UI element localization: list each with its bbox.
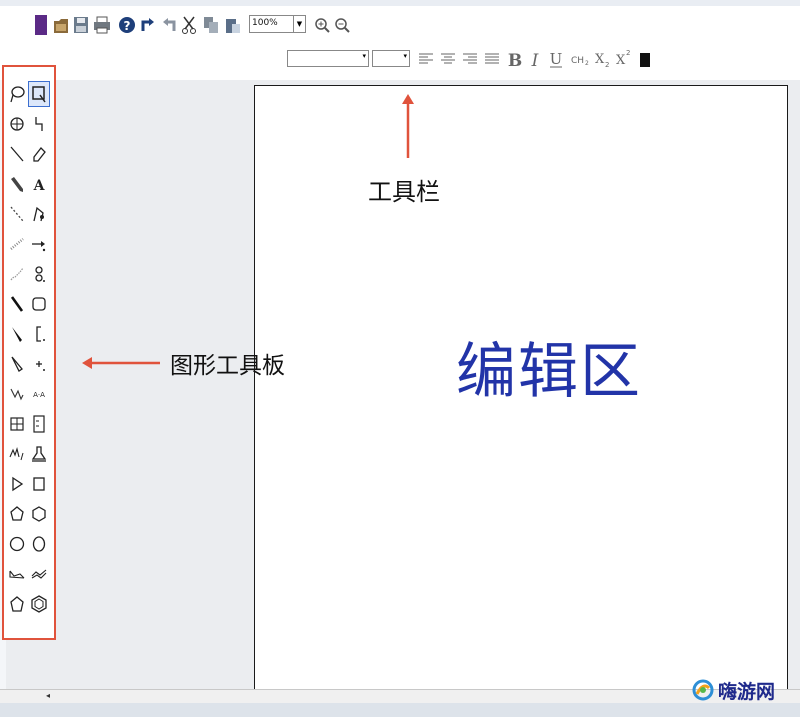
lasso-icon[interactable] — [6, 81, 28, 107]
palette-annotation-arrow — [82, 357, 160, 369]
italic-icon[interactable]: I — [527, 47, 543, 71]
lab-equipment-icon[interactable] — [28, 441, 50, 467]
arrow-tool-icon[interactable] — [28, 231, 50, 257]
scroll-left-icon[interactable]: ◂ — [46, 691, 50, 700]
svg-text:X: X — [595, 52, 605, 67]
rotate-icon[interactable] — [6, 111, 28, 137]
palette-annotation-label: 图形工具板 — [170, 353, 285, 379]
svg-text:2: 2 — [605, 61, 609, 68]
hollow-wedge-icon[interactable] — [6, 351, 28, 377]
wedge-bond-icon[interactable] — [6, 321, 28, 347]
help-icon[interactable]: ? — [118, 14, 136, 36]
bold-icon[interactable]: B — [506, 47, 524, 71]
zoom-value: 100% — [252, 18, 278, 28]
chair-conformer-icon[interactable] — [6, 561, 28, 587]
align-left-icon[interactable] — [417, 50, 435, 68]
watermark: 嗨游网 — [692, 672, 796, 708]
watermark-text: 嗨游网 — [718, 680, 776, 703]
marquee-select-icon[interactable] — [28, 81, 50, 107]
table-icon[interactable] — [6, 411, 28, 437]
bond-hook-icon[interactable] — [28, 111, 50, 137]
chevron-down-icon[interactable]: ▾ — [362, 52, 366, 60]
svg-text:CH: CH — [571, 56, 584, 66]
paste-icon[interactable] — [224, 14, 242, 36]
svg-text:U: U — [550, 50, 563, 68]
status-bar — [0, 703, 800, 717]
atom-map-icon[interactable]: A·A — [28, 381, 50, 407]
zoom-out-icon[interactable] — [334, 15, 350, 35]
chevron-down-icon[interactable]: ▾ — [403, 52, 407, 60]
undo-icon[interactable] — [139, 14, 157, 36]
zoom-in-icon[interactable] — [314, 15, 330, 35]
text-color-icon[interactable] — [638, 51, 652, 69]
square-icon[interactable] — [28, 471, 50, 497]
hexagon-icon[interactable] — [28, 501, 50, 527]
toolbar-annotation-label: 工具栏 — [368, 178, 440, 206]
spectrum-icon[interactable] — [6, 441, 28, 467]
single-bond-icon[interactable] — [6, 141, 28, 167]
font-select[interactable]: ▾ — [287, 50, 369, 67]
svg-text:I: I — [531, 51, 539, 69]
svg-text:2: 2 — [585, 60, 589, 66]
zoom-select[interactable]: 100% ▼ — [249, 15, 306, 33]
print-icon[interactable] — [93, 14, 111, 36]
benzene-ring-icon[interactable] — [28, 591, 50, 617]
underline-icon[interactable]: U — [547, 47, 565, 71]
new-document-icon[interactable] — [34, 14, 48, 36]
bracket-icon[interactable] — [28, 321, 50, 347]
bold-bond-icon[interactable] — [6, 291, 28, 317]
align-right-icon[interactable] — [461, 50, 479, 68]
chemical-formula-icon[interactable]: CH 2 — [569, 50, 591, 68]
octagon-icon[interactable] — [28, 531, 50, 557]
watermark-logo-icon — [692, 679, 714, 701]
save-icon[interactable] — [72, 14, 90, 36]
cut-icon[interactable] — [180, 14, 198, 36]
align-center-icon[interactable] — [439, 50, 457, 68]
zigzag-bond-icon[interactable] — [6, 381, 28, 407]
format-toolbar: ▾ ▾ B I U CH 2 X2 X2 — [0, 44, 800, 80]
rounded-rectangle-icon[interactable] — [28, 291, 50, 317]
dashed-bond-icon[interactable] — [6, 201, 28, 227]
font-size-select[interactable]: ▾ — [372, 50, 410, 67]
chain-tool-icon[interactable] — [28, 201, 50, 227]
redo-icon[interactable] — [160, 14, 178, 36]
toolbar-annotation-arrow — [402, 94, 414, 158]
pencil-icon[interactable] — [6, 171, 28, 197]
graphic-tool-palette: A A·A — [2, 65, 56, 640]
open-file-icon[interactable] — [52, 14, 70, 36]
heptagon-icon[interactable] — [6, 531, 28, 557]
svg-text:A·A: A·A — [33, 391, 45, 399]
editing-area-label: 编辑区 — [456, 337, 642, 407]
pentagon-icon[interactable] — [6, 501, 28, 527]
triangle-icon[interactable] — [6, 471, 28, 497]
eraser-icon[interactable] — [28, 141, 50, 167]
main-toolbar: ? 100% ▼ — [0, 6, 800, 44]
hashed-bond-icon[interactable] — [6, 231, 28, 257]
justify-icon[interactable] — [483, 50, 501, 68]
horizontal-scrollbar[interactable]: ◂ — [0, 689, 800, 703]
wavy-bond-icon[interactable] — [6, 261, 28, 287]
chevron-down-icon[interactable]: ▼ — [293, 16, 305, 32]
orbital-icon[interactable] — [28, 261, 50, 287]
superscript-icon[interactable]: X2 — [614, 46, 632, 68]
tlc-plate-icon[interactable] — [28, 411, 50, 437]
svg-text:B: B — [508, 51, 522, 69]
subscript-icon[interactable]: X2 — [593, 48, 611, 70]
svg-text:X: X — [616, 53, 626, 66]
charge-tool-icon[interactable] — [28, 351, 50, 377]
svg-text:A: A — [33, 178, 46, 193]
boat-conformer-icon[interactable] — [28, 561, 50, 587]
cyclopentane-icon[interactable] — [6, 591, 28, 617]
svg-text:2: 2 — [626, 49, 630, 57]
svg-text:?: ? — [124, 19, 131, 33]
copy-icon[interactable] — [202, 14, 220, 36]
text-tool-icon[interactable]: A — [28, 171, 50, 197]
